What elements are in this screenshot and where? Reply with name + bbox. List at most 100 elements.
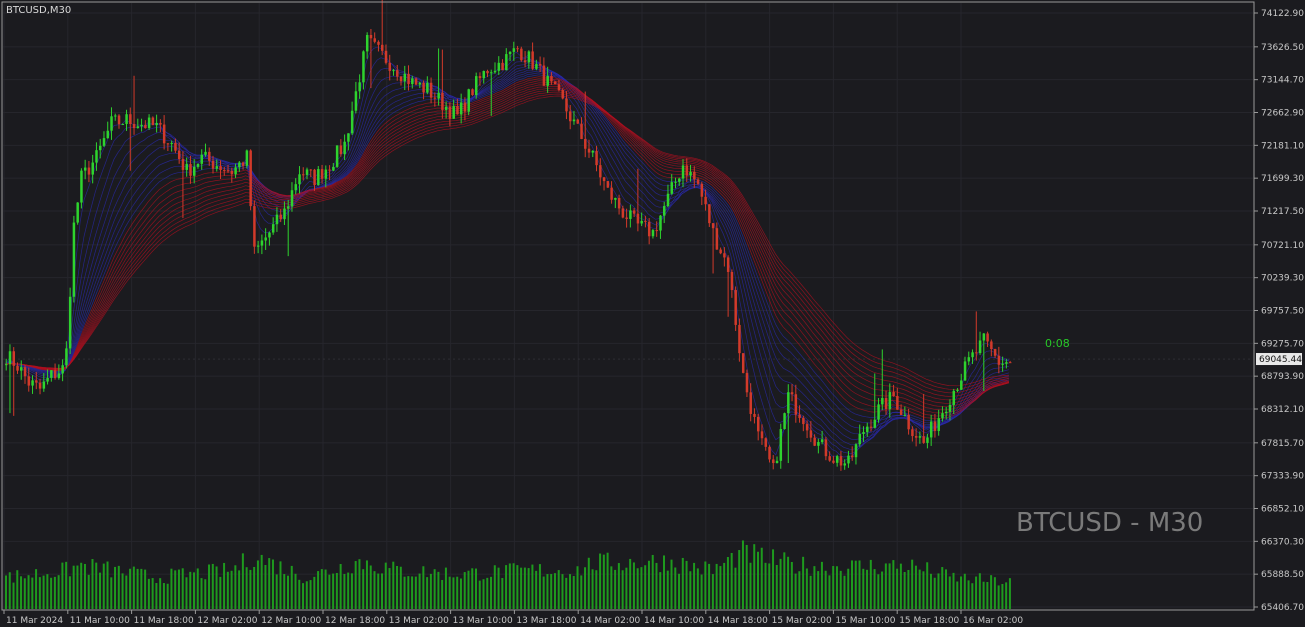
volume-bar: [625, 567, 628, 609]
volume-bar: [177, 569, 180, 609]
candle[interactable]: [80, 168, 83, 209]
volume-bar: [933, 577, 936, 609]
volume-bar: [27, 575, 30, 609]
volume-bar: [610, 566, 613, 609]
volume-bar: [550, 574, 553, 609]
volume-bar: [854, 560, 857, 609]
volume-bar: [678, 573, 681, 609]
volume-bar: [741, 540, 744, 609]
volume-bar: [824, 570, 827, 609]
volume-bar: [95, 562, 98, 609]
volume-bar: [828, 575, 831, 609]
volume-bar: [666, 570, 669, 609]
volume-bar: [738, 550, 741, 609]
candle[interactable]: [606, 180, 610, 188]
volume-bar: [572, 575, 575, 609]
volume-bar: [760, 547, 763, 609]
volume-bar: [121, 573, 124, 609]
volume-bar: [730, 552, 733, 609]
candle[interactable]: [467, 88, 470, 116]
volume-bar: [264, 564, 267, 609]
volume-bar: [144, 569, 147, 609]
volume-bar: [798, 571, 801, 609]
volume-bar: [125, 575, 128, 609]
volume-bar: [238, 570, 241, 609]
price-tick-label: 65888.50: [1261, 570, 1304, 580]
volume-bar: [982, 581, 985, 609]
volume-bar: [636, 568, 639, 609]
volume-bar: [535, 570, 538, 609]
volume-bar: [802, 556, 805, 609]
volume-bar: [200, 578, 203, 609]
volume-bar: [219, 576, 222, 609]
candle[interactable]: [335, 145, 339, 168]
volume-bar: [57, 575, 60, 609]
candle[interactable]: [471, 88, 474, 96]
volume-bar: [493, 565, 496, 609]
candle[interactable]: [72, 215, 76, 303]
volume-bar: [456, 576, 459, 609]
volume-bar: [12, 582, 15, 609]
volume-bar: [414, 576, 417, 609]
candle[interactable]: [520, 46, 523, 62]
candle[interactable]: [783, 412, 786, 430]
candle[interactable]: [253, 200, 256, 254]
volume-bar: [99, 572, 101, 609]
volume-bar: [847, 568, 850, 609]
volume-bar: [407, 576, 410, 609]
candle[interactable]: [734, 286, 737, 331]
volume-bar: [587, 557, 590, 609]
candle[interactable]: [553, 81, 557, 85]
price-tick-label: 71699.30: [1261, 174, 1304, 184]
candle[interactable]: [475, 72, 478, 99]
volume-bar: [993, 577, 996, 609]
candle[interactable]: [245, 149, 249, 169]
candle[interactable]: [414, 77, 418, 86]
time-tick-label: 14 Mar 18:00: [708, 616, 768, 626]
price-tick-label: 67815.70: [1261, 439, 1304, 449]
candle[interactable]: [76, 202, 79, 225]
volume-bar: [892, 560, 895, 609]
price-tick-label: 69275.70: [1261, 339, 1304, 349]
time-tick-label: 12 Mar 02:00: [197, 616, 257, 626]
volume-bar: [734, 567, 737, 609]
volume-bar: [418, 573, 421, 609]
volume-bar: [256, 560, 259, 609]
time-tick-label: 15 Mar 18:00: [899, 616, 959, 626]
volume-bar: [189, 571, 192, 609]
volume-bar: [858, 560, 861, 609]
volume-bar: [937, 573, 940, 609]
candle[interactable]: [151, 116, 155, 126]
candle[interactable]: [68, 287, 72, 355]
volume-bar: [726, 557, 729, 609]
volume-bar: [922, 571, 925, 609]
candle[interactable]: [741, 353, 745, 374]
candle[interactable]: [249, 149, 252, 211]
volume-bar: [320, 569, 323, 609]
volume-bar: [614, 569, 617, 609]
volume-bar: [704, 561, 707, 609]
price-tick-label: 73626.50: [1261, 43, 1304, 53]
volume-bar: [302, 583, 305, 609]
volume-bar: [896, 568, 899, 609]
volume-bar: [226, 571, 229, 609]
volume-bar: [486, 577, 489, 609]
volume-bar: [117, 565, 120, 609]
volume-bar: [166, 583, 169, 609]
volume-bar: [35, 569, 38, 609]
volume-bar: [794, 573, 797, 609]
price-chart[interactable]: 74122.90 73626.50 73144.70 72662.90 72181.10…: [0, 0, 1305, 627]
volume-bar: [576, 566, 579, 609]
volume-bar: [215, 566, 218, 609]
time-tick-label: 11 Mar 2024: [6, 616, 63, 626]
volume-bar: [317, 571, 320, 609]
volume-bar: [1008, 578, 1011, 609]
volume-bar: [749, 562, 752, 609]
time-tick-label: 12 Mar 18:00: [325, 616, 385, 626]
price-tick-label: 65406.70: [1261, 603, 1304, 613]
volume-bar: [903, 572, 906, 609]
volume-bar: [835, 566, 838, 609]
volume-bar: [516, 565, 519, 609]
volume-bar: [990, 575, 993, 609]
volume-bar: [151, 578, 154, 609]
